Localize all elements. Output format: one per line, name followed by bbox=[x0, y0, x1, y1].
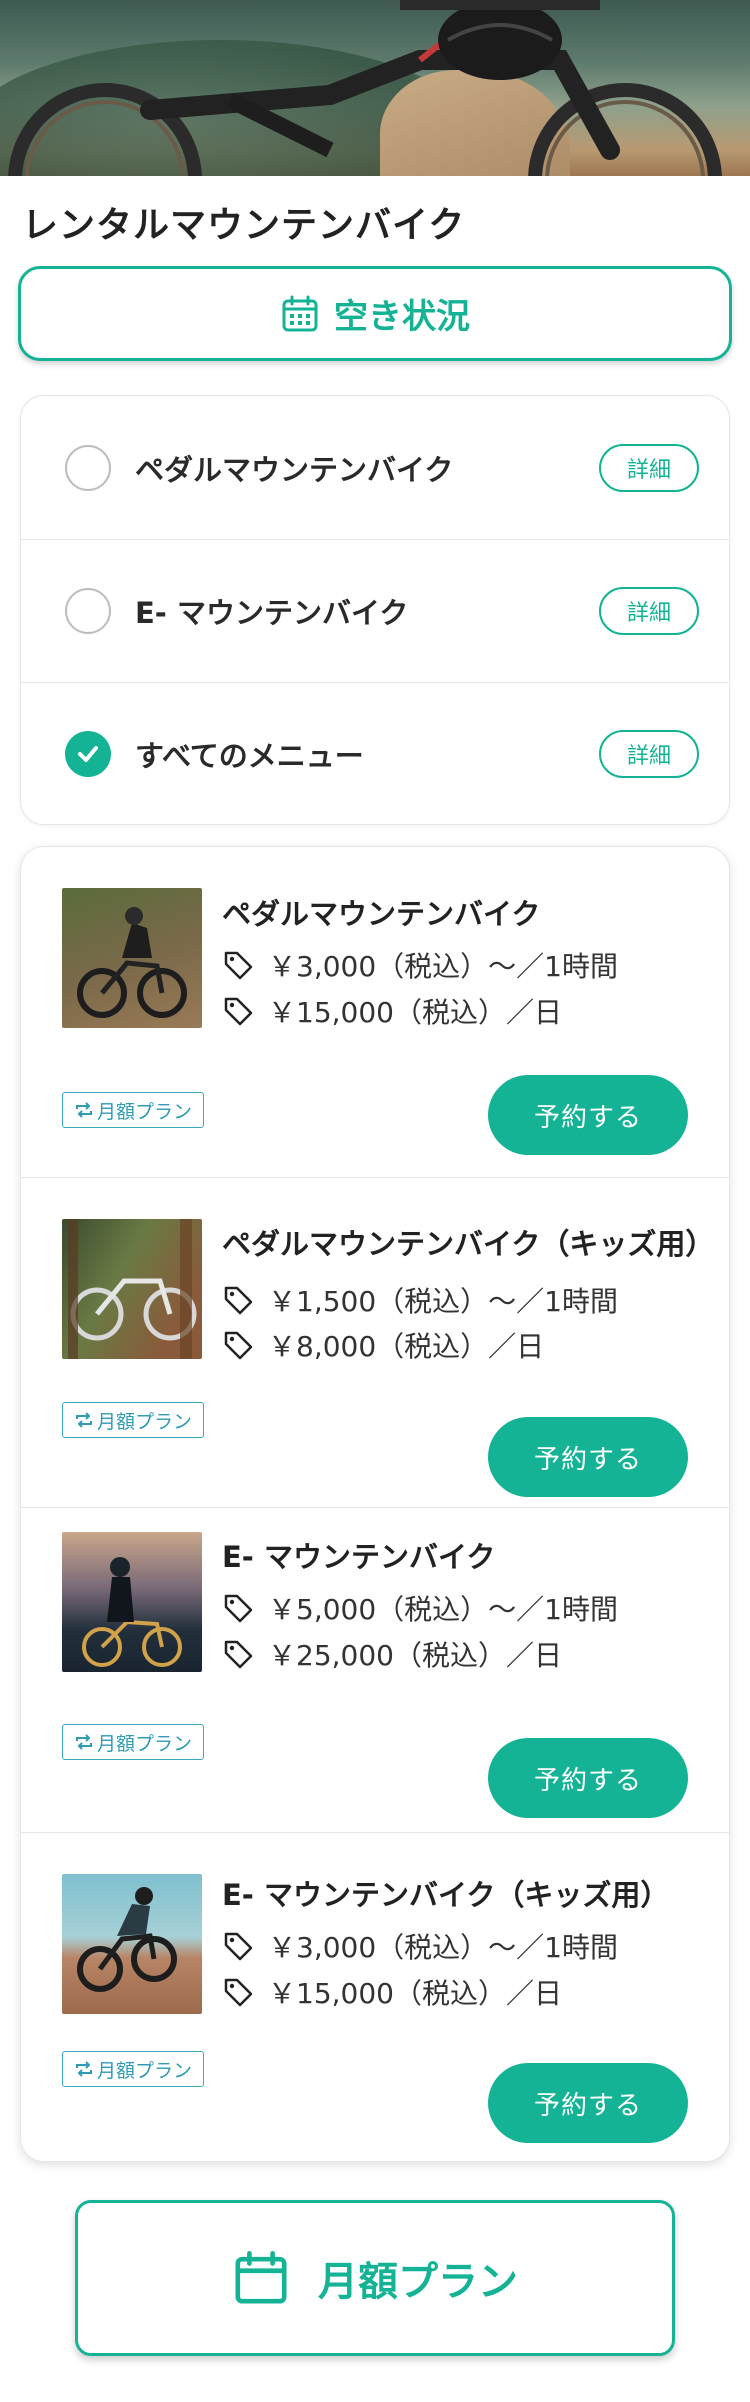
product-image bbox=[62, 888, 202, 1028]
monthly-plan-label: 月額プラン bbox=[318, 2259, 518, 2305]
filter-label: すべてのメニュー bbox=[135, 739, 364, 773]
product-name: E- マウンテンバイク（キッズ用） bbox=[222, 1878, 670, 1912]
price-daily-text: ￥15,000（税込）／日 bbox=[268, 996, 562, 1029]
price-daily: ￥8,000（税込）／日 bbox=[222, 1325, 544, 1365]
detail-button[interactable]: 詳細 bbox=[599, 587, 699, 635]
availability-label: 空き状況 bbox=[334, 297, 470, 337]
rider-illustration bbox=[77, 1887, 177, 1992]
bike-illustration bbox=[68, 1219, 197, 1359]
plan-badge-label: 月額プラン bbox=[96, 2059, 192, 2082]
price-daily: ￥15,000（税込）／日 bbox=[222, 1972, 562, 2012]
rider-illustration bbox=[82, 1557, 182, 1667]
plan-badge-label: 月額プラン bbox=[96, 1732, 192, 1755]
filter-label: ペダルマウンテンバイク bbox=[135, 452, 454, 487]
calendar-icon bbox=[235, 2251, 287, 2304]
product-item: E- マウンテンバイク（キッズ用） ￥3,000（税込）〜／1時間 ￥15,00… bbox=[21, 1832, 729, 2161]
product-item: ペダルマウンテンバイク ￥3,000（税込）〜／1時間 ￥15,000（税込）／… bbox=[21, 847, 729, 1177]
price-tag-icon bbox=[224, 951, 253, 980]
price-hourly-text: ￥5,000（税込）〜／1時間 bbox=[268, 1593, 618, 1626]
price-daily: ￥15,000（税込）／日 bbox=[222, 991, 562, 1031]
reserve-button[interactable]: 予約する bbox=[488, 1738, 688, 1818]
product-list: ペダルマウンテンバイク ￥3,000（税込）〜／1時間 ￥15,000（税込）／… bbox=[20, 846, 730, 2162]
monthly-plan-badge[interactable]: 月額プラン bbox=[62, 1724, 204, 1760]
detail-button[interactable]: 詳細 bbox=[599, 730, 699, 778]
monthly-plan-badge[interactable]: 月額プラン bbox=[62, 1092, 204, 1128]
reserve-button[interactable]: 予約する bbox=[488, 2063, 688, 2143]
price-daily: ￥25,000（税込）／日 bbox=[222, 1634, 562, 1674]
availability-button[interactable]: 空き状況 bbox=[18, 266, 732, 361]
product-item: E- マウンテンバイク ￥5,000（税込）〜／1時間 ￥25,000（税込）／… bbox=[21, 1507, 729, 1832]
repeat-icon bbox=[75, 2061, 92, 2077]
price-tag-icon bbox=[224, 1286, 253, 1315]
hero-bike-illustration bbox=[8, 0, 722, 176]
filter-label: E- マウンテンバイク bbox=[135, 596, 409, 630]
price-tag-icon bbox=[224, 997, 253, 1026]
product-image bbox=[62, 1874, 202, 2014]
product-item: ペダルマウンテンバイク（キッズ用） ￥1,500（税込）〜／1時間 ￥8,000… bbox=[21, 1177, 729, 1507]
hero-image bbox=[0, 0, 750, 176]
price-daily-text: ￥25,000（税込）／日 bbox=[268, 1639, 562, 1672]
filter-option-all-menu[interactable]: すべてのメニュー 詳細 bbox=[21, 682, 729, 825]
product-name: E- マウンテンバイク bbox=[222, 1540, 496, 1574]
filter-option-e-mtb[interactable]: E- マウンテンバイク 詳細 bbox=[21, 539, 729, 682]
filter-option-pedal-mtb[interactable]: ペダルマウンテンバイク 詳細 bbox=[21, 396, 729, 539]
product-image bbox=[62, 1532, 202, 1672]
monthly-plan-badge[interactable]: 月額プラン bbox=[62, 1402, 204, 1438]
radio-unchecked[interactable] bbox=[65, 588, 111, 634]
price-daily-text: ￥15,000（税込）／日 bbox=[268, 1977, 562, 2010]
price-hourly: ￥1,500（税込）〜／1時間 bbox=[222, 1280, 618, 1320]
reserve-button[interactable]: 予約する bbox=[488, 1075, 688, 1155]
repeat-icon bbox=[75, 1102, 92, 1118]
price-hourly: ￥5,000（税込）〜／1時間 bbox=[222, 1588, 618, 1628]
reserve-button[interactable]: 予約する bbox=[488, 1417, 688, 1497]
monthly-plan-button[interactable]: 月額プラン bbox=[75, 2200, 675, 2356]
checkmark-icon bbox=[78, 746, 98, 762]
menu-filter-list: ペダルマウンテンバイク 詳細 E- マウンテンバイク 詳細 すべてのメニュー 詳… bbox=[20, 395, 730, 825]
price-tag-icon bbox=[224, 1932, 253, 1961]
plan-badge-label: 月額プラン bbox=[96, 1410, 192, 1433]
price-tag-icon bbox=[224, 1978, 253, 2007]
page-title: レンタルマウンテンバイク bbox=[22, 205, 466, 246]
price-hourly: ￥3,000（税込）〜／1時間 bbox=[222, 945, 618, 985]
radio-checked[interactable] bbox=[65, 731, 111, 777]
price-tag-icon bbox=[224, 1331, 253, 1360]
price-daily-text: ￥8,000（税込）／日 bbox=[268, 1330, 545, 1363]
product-name: ペダルマウンテンバイク（キッズ用） bbox=[222, 1227, 715, 1261]
radio-unchecked[interactable] bbox=[65, 444, 111, 491]
product-image bbox=[62, 1219, 202, 1359]
repeat-icon bbox=[75, 1412, 92, 1428]
repeat-icon bbox=[75, 1734, 92, 1750]
price-hourly: ￥3,000（税込）〜／1時間 bbox=[222, 1926, 618, 1966]
rider-illustration bbox=[77, 907, 187, 1018]
price-tag-icon bbox=[224, 1640, 253, 1669]
plan-badge-label: 月額プラン bbox=[96, 1100, 192, 1123]
detail-button[interactable]: 詳細 bbox=[599, 443, 699, 492]
monthly-plan-badge[interactable]: 月額プラン bbox=[62, 2051, 204, 2087]
product-name: ペダルマウンテンバイク bbox=[222, 897, 541, 931]
price-hourly-text: ￥1,500（税込）〜／1時間 bbox=[268, 1285, 618, 1318]
price-hourly-text: ￥3,000（税込）〜／1時間 bbox=[268, 1931, 618, 1964]
calendar-icon bbox=[282, 295, 318, 331]
price-hourly-text: ￥3,000（税込）〜／1時間 bbox=[268, 950, 618, 983]
price-tag-icon bbox=[224, 1594, 253, 1623]
